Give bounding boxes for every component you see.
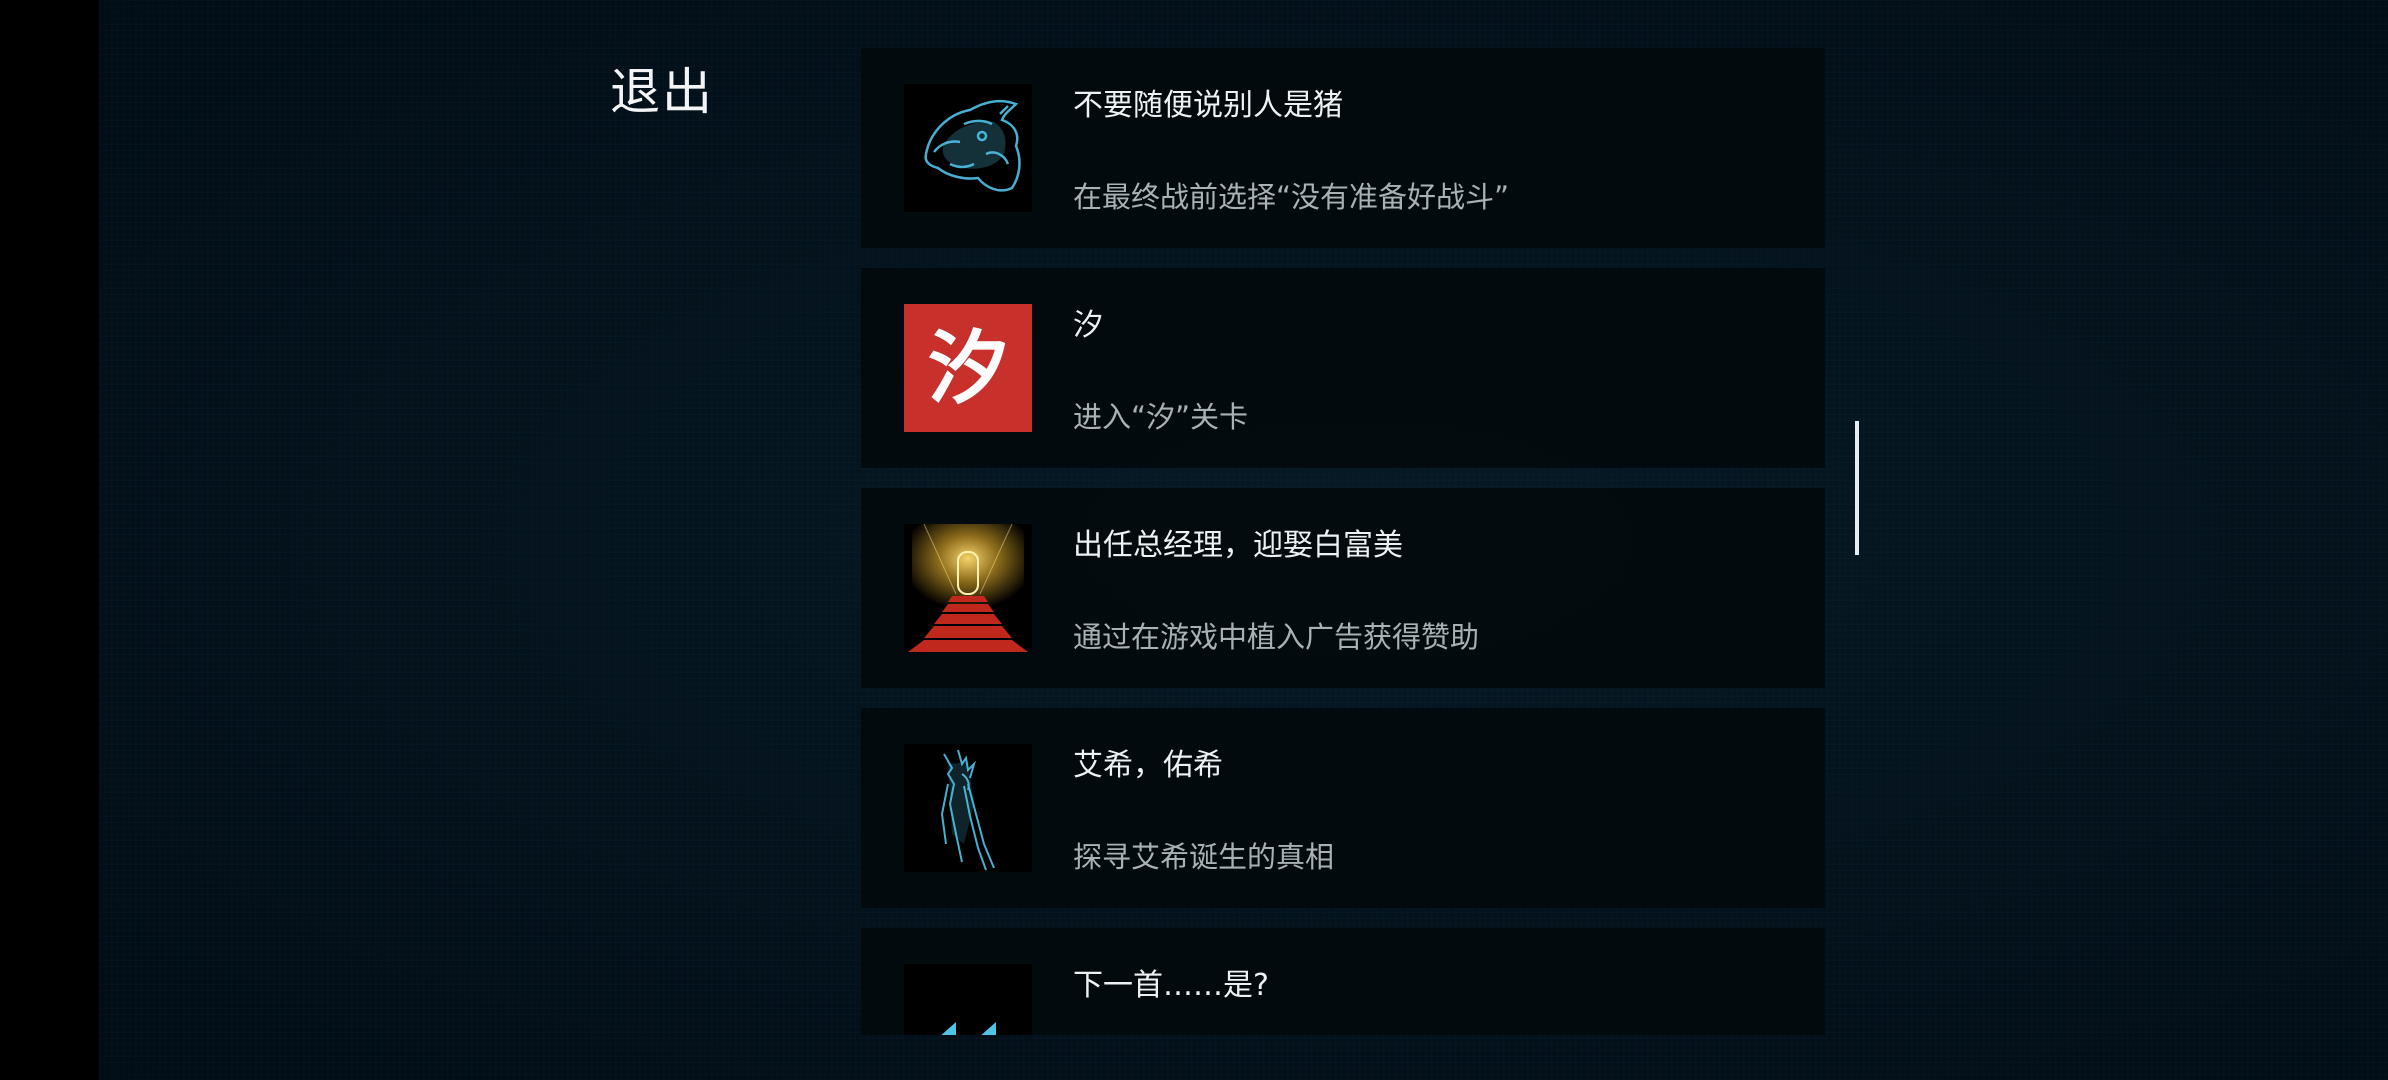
exit-button[interactable]: 退出	[610, 52, 714, 124]
blue-sword-figure-icon	[904, 744, 1032, 872]
achievement-list[interactable]: 不要随便说别人是猪 在最终战前选择“没有准备好战斗” 汐 汐 进入“汐”关卡 出…	[861, 48, 1825, 1035]
achievement-card[interactable]: 下一首……是?	[861, 928, 1825, 1035]
achievement-title: 汐	[1073, 308, 1103, 343]
achievement-card[interactable]: 艾希，佑希 探寻艾希诞生的真相	[861, 708, 1825, 908]
achievement-description: 进入“汐”关卡	[1073, 400, 1249, 434]
achievement-card[interactable]: 出任总经理，迎娶白富美 通过在游戏中植入广告获得赞助	[861, 488, 1825, 688]
blue-hologram-pig-icon	[904, 84, 1032, 212]
achievement-description: 在最终战前选择“没有准备好战斗”	[1073, 180, 1510, 214]
red-xi-character-icon: 汐	[904, 304, 1032, 432]
fast-forward-icon	[904, 964, 1032, 1035]
achievement-title: 出任总经理，迎娶白富美	[1073, 528, 1403, 563]
game-screen: 退出 不要随便说别人是猪 在最终战前选择“没有准备好战斗” 汐 汐 进入“汐”关…	[0, 0, 2388, 1080]
achievement-title: 下一首……是?	[1073, 968, 1269, 1003]
list-scrollbar[interactable]	[1855, 421, 1859, 555]
achievements-panel: 退出 不要随便说别人是猪 在最终战前选择“没有准备好战斗” 汐 汐 进入“汐”关…	[99, 0, 2388, 1080]
achievement-title: 艾希，佑希	[1073, 748, 1223, 783]
achievement-description: 通过在游戏中植入广告获得赞助	[1073, 620, 1480, 654]
achievement-card[interactable]: 不要随便说别人是猪 在最终战前选择“没有准备好战斗”	[861, 48, 1825, 248]
golden-corridor-red-stairs-icon	[904, 524, 1032, 652]
achievement-card[interactable]: 汐 汐 进入“汐”关卡	[861, 268, 1825, 468]
achievement-title: 不要随便说别人是猪	[1073, 88, 1343, 123]
xi-character-glyph: 汐	[928, 322, 1008, 415]
achievement-description: 探寻艾希诞生的真相	[1073, 840, 1335, 874]
